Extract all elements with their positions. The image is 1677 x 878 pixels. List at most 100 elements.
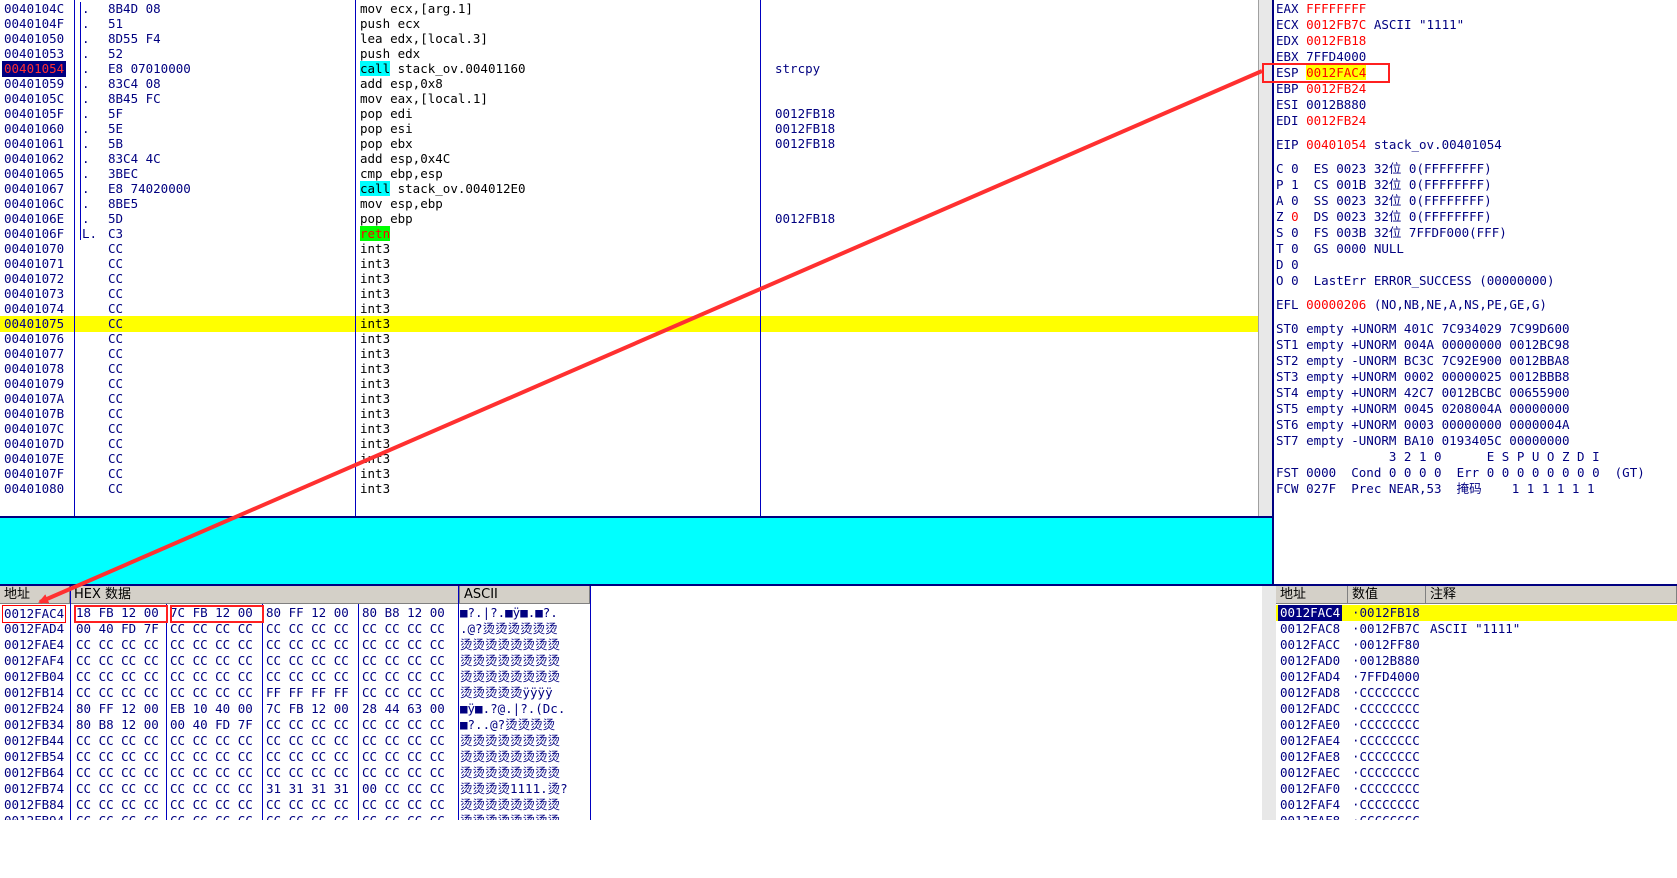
flag-a[interactable]: A 0 SS 0023 32位 0(FFFFFFFF) (1276, 193, 1492, 209)
disasm-row[interactable]: 00401054. E8 07010000 call stack_ov.004011… (0, 61, 1258, 77)
disasm-marker: . (82, 31, 90, 46)
disasm-row[interactable]: 00401073 CC int3 (0, 286, 1258, 302)
disasm-row[interactable]: 00401067. E8 74020000 call stack_ov.004012… (0, 181, 1258, 197)
fpu-line[interactable]: ST4 empty +UNORM 42C7 0012BCBC 00655900 (1276, 385, 1570, 401)
disasm-row[interactable]: 00401070 CC int3 (0, 241, 1258, 257)
register-efl[interactable]: EFL 00000206 (NO,NB,NE,A,NS,PE,GE,G) (1276, 297, 1547, 313)
register-ebp[interactable]: EBP 0012FB24 (1276, 81, 1366, 97)
disasm-hex: CC (108, 451, 124, 466)
register-eax[interactable]: EAX FFFFFFFF (1276, 1, 1366, 17)
disasm-row[interactable]: 0040107C CC int3 (0, 421, 1258, 437)
disasm-marker: . (82, 211, 90, 226)
fpu-line[interactable]: ST5 empty +UNORM 0045 0208004A 00000000 (1276, 401, 1570, 417)
stack-row[interactable]: 0012FAD8 ·CCCCCCCC (1276, 685, 1677, 701)
register-esi[interactable]: ESI 0012B880 (1276, 97, 1366, 113)
disasm-row[interactable]: 00401061. 5B pop ebx 0012FB18 (0, 136, 1258, 152)
dump-header-address[interactable]: 地址 (0, 586, 70, 604)
stack-row[interactable]: 0012FAEC ·CCCCCCCC (1276, 765, 1677, 781)
registers-pane[interactable]: EAX FFFFFFFF ECX 0012FB7C ASCII "1111" EDX… (1262, 0, 1676, 584)
flag-s[interactable]: S 0 FS 003B 32位 7FFDF000(FFF) (1276, 225, 1507, 241)
disasm-row[interactable]: 00401078 CC int3 (0, 361, 1258, 377)
flag-o[interactable]: O 0 LastErr ERROR_SUCCESS (00000000) (1276, 273, 1554, 289)
disasm-row[interactable]: 0040106E. 5D pop ebp 0012FB18 (0, 211, 1258, 227)
register-edi[interactable]: EDI 0012FB24 (1276, 113, 1366, 129)
flag-d[interactable]: D 0 (1276, 257, 1314, 273)
disasm-row[interactable]: 00401075 CC int3 (0, 316, 1258, 332)
flag-p[interactable]: P 1 CS 001B 32位 0(FFFFFFFF) (1276, 177, 1492, 193)
disassembly-pane[interactable]: 0040104C. 8B4D 08 mov ecx,[arg.1] 0040104F.… (0, 0, 1258, 516)
stack-row[interactable]: 0012FAD4 ·7FFD4000 (1276, 669, 1677, 685)
disasm-row[interactable]: 0040107D CC int3 (0, 436, 1258, 452)
register-eip[interactable]: EIP 00401054 stack_ov.00401054 (1276, 137, 1502, 153)
fpu-line[interactable]: ST7 empty -UNORM BA10 0193405C 00000000 (1276, 433, 1570, 449)
register-edx[interactable]: EDX 0012FB18 (1276, 33, 1366, 49)
disasm-row[interactable]: 0040107B CC int3 (0, 406, 1258, 422)
flag-c[interactable]: C 0 ES 0023 32位 0(FFFFFFFF) (1276, 161, 1492, 177)
disasm-hex: 83C4 4C (108, 151, 161, 166)
fpu-line[interactable]: FCW 027F Prec NEAR,53 掩码 1 1 1 1 1 1 (1276, 481, 1595, 497)
register-ecx[interactable]: ECX 0012FB7C ASCII "1111" (1276, 17, 1464, 33)
stack-row[interactable]: 0012FAE0 ·CCCCCCCC (1276, 717, 1677, 733)
dump-address: 0012FB14 (4, 685, 65, 700)
disasm-row[interactable]: 00401079 CC int3 (0, 376, 1258, 392)
dump-scrollbar[interactable] (1262, 586, 1276, 820)
disasm-row[interactable]: 00401071 CC int3 (0, 256, 1258, 272)
disasm-address: 0040104C (4, 1, 65, 16)
disasm-row[interactable]: 0040107A CC int3 (0, 391, 1258, 407)
disasm-row[interactable]: 00401072 CC int3 (0, 271, 1258, 287)
stack-row[interactable]: 0012FACC ·0012FF80 (1276, 637, 1677, 653)
disasm-row[interactable]: 0040106C. 8BE5 mov esp,ebp (0, 196, 1258, 212)
disasm-row[interactable]: 00401060. 5E pop esi 0012FB18 (0, 121, 1258, 137)
fpu-line[interactable]: FST 0000 Cond 0 0 0 0 Err 0 0 0 0 0 0 0 … (1276, 465, 1645, 481)
fpu-line[interactable]: ST0 empty +UNORM 401C 7C934029 7C99D600 (1276, 321, 1570, 337)
disasm-hex: CC (108, 256, 124, 271)
fpu-line[interactable]: 3 2 1 0 E S P U O Z D I (1276, 449, 1600, 465)
disasm-row[interactable]: 00401074 CC int3 (0, 301, 1258, 317)
dump-hex-group: CC CC CC CC (362, 749, 445, 764)
disasm-row[interactable]: 00401065. 3BEC cmp ebp,esp (0, 166, 1258, 182)
stack-row[interactable]: 0012FAD0 ·0012B880 (1276, 653, 1677, 669)
fpu-line[interactable]: ST6 empty +UNORM 0003 00000000 0000004A (1276, 417, 1570, 433)
flag-t[interactable]: T 0 GS 0000 NULL (1276, 241, 1404, 257)
call-keyword: call (360, 181, 391, 196)
stack-row[interactable]: 0012FAE4 ·CCCCCCCC (1276, 733, 1677, 749)
fpu-line[interactable]: ST3 empty +UNORM 0002 00000025 0012BBB8 (1276, 369, 1570, 385)
disasm-row[interactable]: 00401053. 52 push edx (0, 46, 1258, 62)
flag-z[interactable]: Z 0 DS 0023 32位 0(FFFFFFFF) (1276, 209, 1492, 225)
dump-header-hex[interactable]: HEX 数据 (70, 586, 460, 604)
disasm-row[interactable]: 00401050. 8D55 F4 lea edx,[local.3] (0, 31, 1258, 47)
disasm-row[interactable]: 0040104C. 8B4D 08 mov ecx,[arg.1] (0, 1, 1258, 17)
stack-row[interactable]: 0012FAF0 ·CCCCCCCC (1276, 781, 1677, 797)
disasm-row[interactable]: 00401062. 83C4 4C add esp,0x4C (0, 151, 1258, 167)
disasm-row[interactable]: 00401076 CC int3 (0, 331, 1258, 347)
disasm-row[interactable]: 0040106F L. C3 retn (0, 226, 1258, 242)
stack-row[interactable]: 0012FAE8 ·CCCCCCCC (1276, 749, 1677, 765)
fpu-line[interactable]: ST2 empty -UNORM BC3C 7C92E900 0012BBA8 (1276, 353, 1570, 369)
stack-value: ·CCCCCCCC (1352, 749, 1420, 764)
stack-row[interactable]: 0012FAF8 ·CCCCCCCC (1276, 813, 1677, 820)
dump-hex-group: EB 10 40 00 (170, 701, 253, 716)
disasm-marker: . (82, 136, 90, 151)
stack-header-address[interactable]: 地址 (1276, 586, 1348, 604)
disasm-row[interactable]: 0040104F. 51 push ecx (0, 16, 1258, 32)
stack-row[interactable]: 0012FAC8 ·0012FB7C ASCII "1111" (1276, 621, 1677, 637)
disasm-row[interactable]: 0040107F CC int3 (0, 466, 1258, 482)
disasm-row[interactable]: 0040105F. 5F pop edi 0012FB18 (0, 106, 1258, 122)
disasm-row[interactable]: 00401059. 83C4 08 add esp,0x8 (0, 76, 1258, 92)
fpu-line[interactable]: ST1 empty +UNORM 004A 00000000 0012BC98 (1276, 337, 1570, 353)
disasm-row[interactable]: 00401077 CC int3 (0, 346, 1258, 362)
disasm-row[interactable]: 00401080 CC int3 (0, 481, 1258, 497)
pane-splitter[interactable] (1272, 0, 1274, 584)
dump-header-ascii[interactable]: ASCII (460, 586, 590, 604)
memory-dump-pane[interactable]: 地址 HEX 数据 ASCII 0012FAC4 18 FB 12 00 7C FB… (0, 586, 1262, 820)
stack-pane[interactable]: 地址 数值 注释 0012FAC4 ·0012FB18 0012FAC8 ·0012F… (1276, 586, 1677, 820)
disasm-marker: . (82, 166, 90, 181)
stack-row[interactable]: 0012FAC4 ·0012FB18 (1276, 605, 1677, 621)
stack-row[interactable]: 0012FAF4 ·CCCCCCCC (1276, 797, 1677, 813)
dump-ascii: 烫烫烫烫烫烫烫烫 (460, 653, 561, 668)
stack-row[interactable]: 0012FADC ·CCCCCCCC (1276, 701, 1677, 717)
stack-header-comment[interactable]: 注释 (1426, 586, 1677, 604)
disasm-row[interactable]: 0040107E CC int3 (0, 451, 1258, 467)
stack-header-value[interactable]: 数值 (1348, 586, 1426, 604)
disasm-row[interactable]: 0040105C. 8B45 FC mov eax,[local.1] (0, 91, 1258, 107)
